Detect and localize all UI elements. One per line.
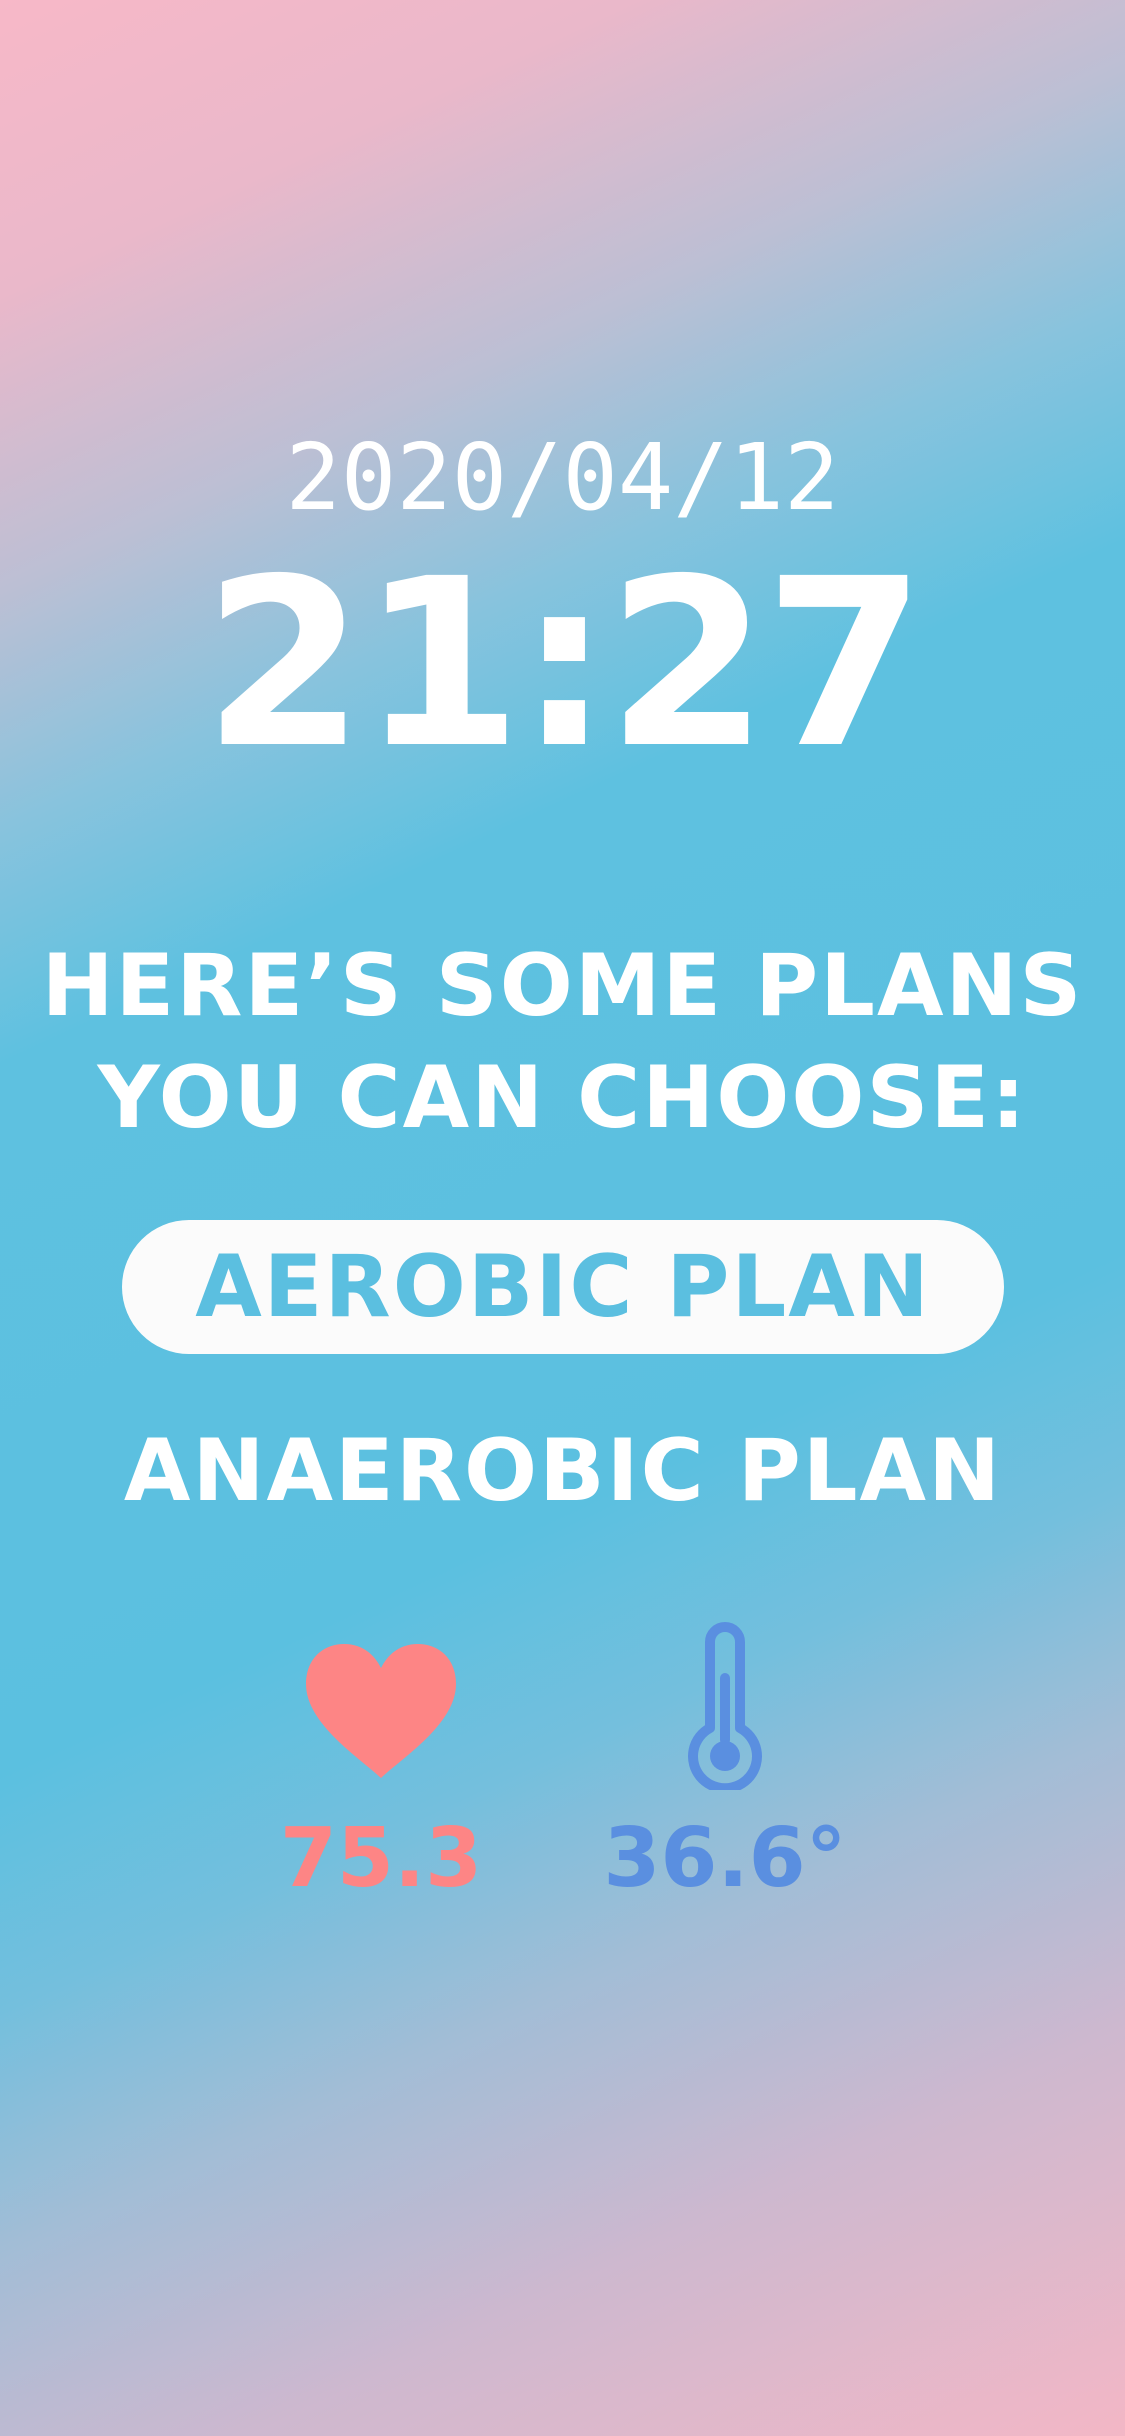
plans-heading-line-2: YOU CAN CHOOSE: (97, 1048, 1028, 1148)
time-display: 21:27 (203, 529, 925, 799)
heart-icon (306, 1644, 456, 1778)
heart-rate-value: 75.3 (279, 1811, 483, 1906)
date-display: 2020/04/12 (285, 424, 840, 531)
plans-heading-line-1: HERE’S SOME PLANS (41, 936, 1084, 1036)
plans-heading: HERE’S SOME PLANS YOU CAN CHOOSE: (0, 930, 1125, 1154)
temperature-value: 36.6° (603, 1811, 847, 1906)
thermometer-icon (688, 1622, 762, 1790)
anaerobic-plan-button[interactable]: ANAEROBIC PLAN (122, 1404, 1004, 1538)
aerobic-plan-button[interactable]: AEROBIC PLAN (122, 1220, 1004, 1354)
